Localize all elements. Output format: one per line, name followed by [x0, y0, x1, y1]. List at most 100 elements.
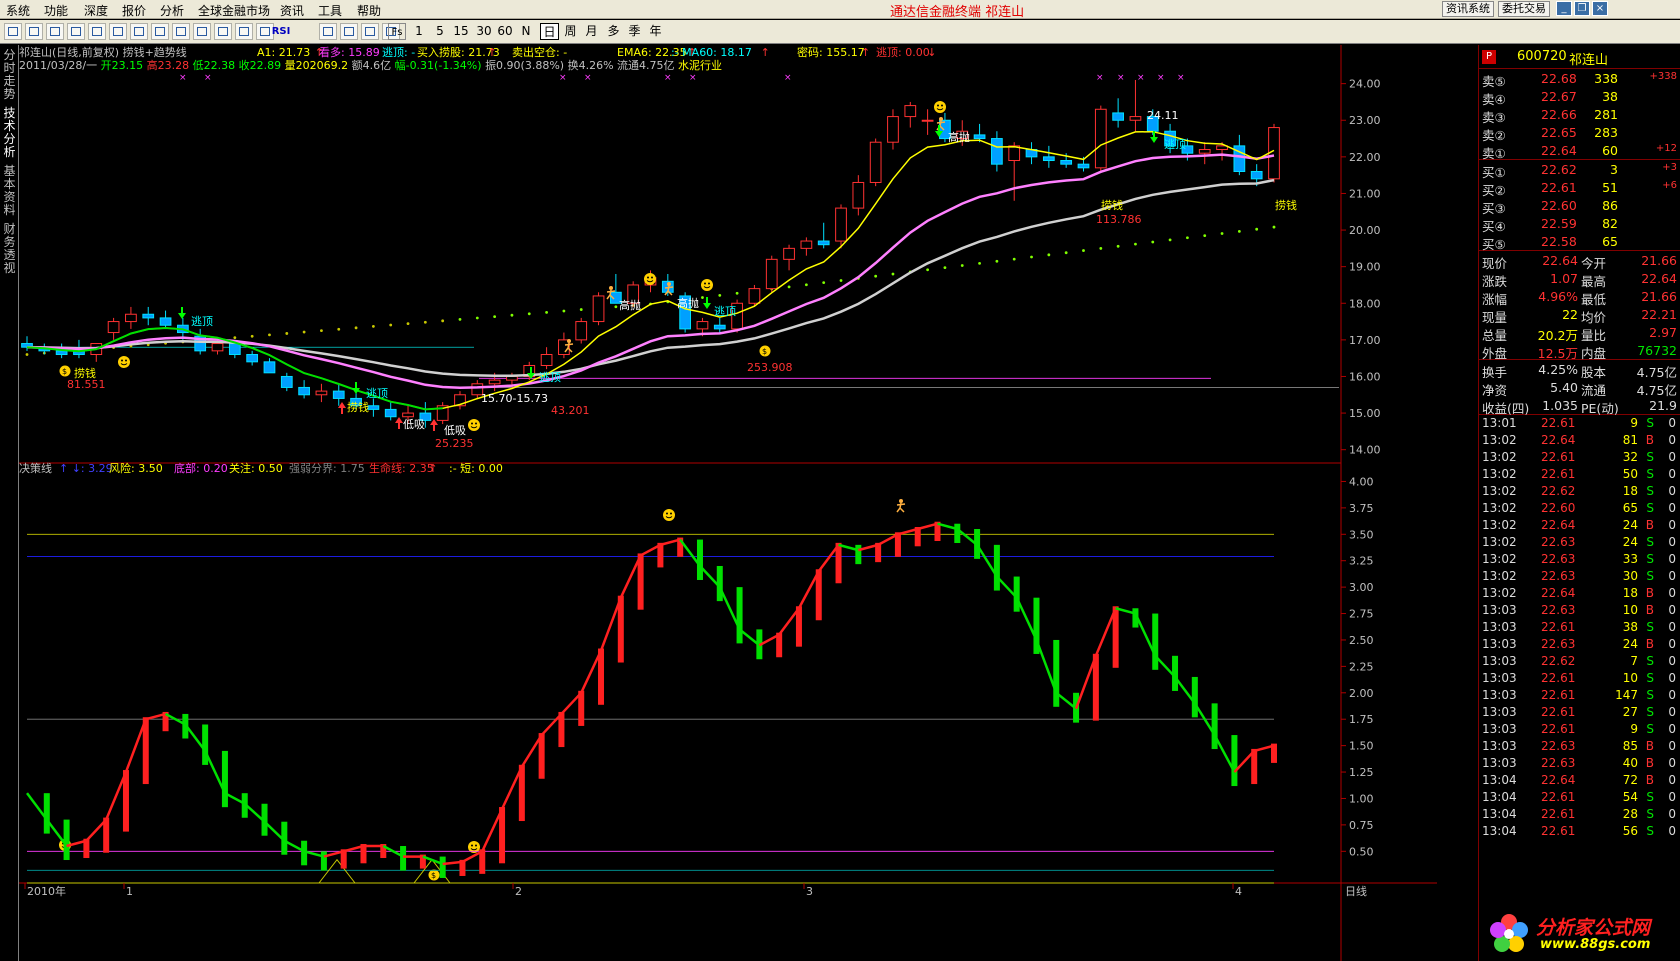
menu-item-2[interactable]: 深度 [84, 2, 108, 19]
candle[interactable] [125, 313, 137, 323]
toolbar-tool-15-icon[interactable] [319, 23, 337, 40]
tick-row[interactable]: 13:02 22.60 65 S 0 [1479, 500, 1680, 517]
candle[interactable] [575, 321, 588, 341]
candle[interactable] [1250, 170, 1263, 180]
tick-row[interactable]: 13:02 22.61 50 S 0 [1479, 466, 1680, 483]
tick-row[interactable]: 13:03 22.63 40 B 0 [1479, 755, 1680, 772]
tick-row[interactable]: 13:01 22.61 9 S 0 [1479, 415, 1680, 432]
toolbar-tool-6-icon[interactable] [130, 23, 148, 40]
menu-right-button-1[interactable]: 委托交易 [1498, 1, 1550, 17]
candle[interactable] [592, 295, 605, 323]
period-button-11[interactable]: 年 [646, 23, 665, 40]
period-button-8[interactable]: 月 [582, 23, 601, 40]
tick-row[interactable]: 13:03 22.62 7 S 0 [1479, 653, 1680, 670]
candle[interactable] [298, 386, 310, 396]
candle[interactable] [315, 390, 328, 396]
candle[interactable] [713, 324, 726, 330]
candle[interactable] [1042, 156, 1055, 162]
candle[interactable] [402, 412, 414, 418]
tick-row[interactable]: 13:03 22.61 38 S 0 [1479, 619, 1680, 636]
toolbar-tool-10-icon[interactable] [214, 23, 232, 40]
toolbar-tool-1-icon[interactable] [25, 23, 43, 40]
menu-item-7[interactable]: 工具 [318, 2, 342, 19]
tick-row[interactable]: 13:03 22.61 10 S 0 [1479, 670, 1680, 687]
candle[interactable] [228, 343, 241, 356]
candle[interactable] [280, 375, 293, 388]
period-button-0[interactable]: 1 [410, 23, 428, 40]
candle[interactable] [887, 116, 899, 143]
candle[interactable] [384, 408, 397, 418]
asks-row[interactable]: 卖② 22.65 283 [1479, 123, 1680, 143]
period-button-6[interactable]: 日 [540, 23, 559, 40]
candle[interactable] [835, 207, 847, 242]
candle[interactable] [904, 105, 917, 118]
period-button-9[interactable]: 多 [604, 23, 623, 40]
candle[interactable] [1198, 149, 1211, 154]
period-button-7[interactable]: 周 [561, 23, 580, 40]
kline-chart[interactable]: 祁连山(日线,前复权) 捞钱+趋势线 A1: 21.73 ↑看多: 15.89 逃顶:… [19, 45, 1437, 961]
tick-row[interactable]: 13:03 22.63 24 B 0 [1479, 636, 1680, 653]
bids-row[interactable]: 买① 22.62 3 +3 [1479, 160, 1680, 180]
tick-row[interactable]: 13:02 22.63 33 S 0 [1479, 551, 1680, 568]
candle[interactable] [332, 390, 345, 399]
left-nav-tab-1[interactable]: 技术分析 [2, 107, 17, 159]
tick-row[interactable]: 13:02 22.62 18 S 0 [1479, 483, 1680, 500]
period-button-2[interactable]: 15 [452, 23, 470, 40]
left-nav-tab-3[interactable]: 财务透视 [2, 223, 17, 275]
toolbar-tool-0-icon[interactable] [4, 23, 22, 40]
toolbar-tool-16-icon[interactable] [340, 23, 358, 40]
rsi-button[interactable]: RSI [270, 23, 292, 40]
chart-area[interactable]: 祁连山(日线,前复权) 捞钱+趋势线 A1: 21.73 ↑ 看多: 15.89 逃顶:… [19, 45, 1437, 961]
left-nav-tab-0[interactable]: 分时走势 [2, 49, 17, 101]
menu-right-button-0[interactable]: 资讯系统 [1442, 1, 1494, 17]
candle[interactable] [506, 375, 518, 381]
minimize-icon[interactable]: _ [1556, 1, 1572, 16]
asks-row[interactable]: 卖① 22.64 60 +12 [1479, 141, 1680, 161]
candle[interactable] [921, 119, 934, 122]
fs-button[interactable]: Fs [388, 23, 406, 40]
bids-row[interactable]: 买② 22.61 51 +6 [1479, 178, 1680, 198]
asks-row[interactable]: 卖④ 22.67 38 [1479, 87, 1680, 107]
period-button-4[interactable]: 60 [496, 23, 514, 40]
candle[interactable] [367, 405, 380, 410]
period-button-10[interactable]: 季 [625, 23, 644, 40]
tick-row[interactable]: 13:03 22.61 147 S 0 [1479, 687, 1680, 704]
tick-row[interactable]: 13:03 22.63 10 B 0 [1479, 602, 1680, 619]
candle[interactable] [852, 181, 865, 209]
toolbar-tool-5-icon[interactable] [109, 23, 127, 40]
tick-row[interactable]: 13:04 22.64 72 B 0 [1479, 772, 1680, 789]
candle[interactable] [748, 288, 761, 304]
candle[interactable] [246, 354, 259, 363]
left-nav-tab-2[interactable]: 基本资料 [2, 165, 17, 217]
menu-item-1[interactable]: 功能 [44, 2, 68, 19]
tick-row[interactable]: 13:03 22.61 27 S 0 [1479, 704, 1680, 721]
period-button-5[interactable]: N [517, 23, 535, 40]
tick-row[interactable]: 13:03 22.63 85 B 0 [1479, 738, 1680, 755]
candle[interactable] [263, 361, 276, 374]
tick-row[interactable]: 13:03 22.61 9 S 0 [1479, 721, 1680, 738]
period-button-3[interactable]: 30 [475, 23, 493, 40]
asks-row[interactable]: 卖③ 22.66 281 [1479, 105, 1680, 125]
toolbar-tool-4-icon[interactable] [88, 23, 106, 40]
tick-row[interactable]: 13:02 22.64 18 B 0 [1479, 585, 1680, 602]
tick-row[interactable]: 13:02 22.61 32 S 0 [1479, 449, 1680, 466]
tick-row[interactable]: 13:02 22.64 81 B 0 [1479, 432, 1680, 449]
menu-item-5[interactable]: 全球金融市场 [198, 2, 270, 19]
toolbar-tool-3-icon[interactable] [67, 23, 85, 40]
period-button-1[interactable]: 5 [431, 23, 449, 40]
menu-item-6[interactable]: 资讯 [280, 2, 304, 19]
tick-row[interactable]: 13:02 22.64 24 B 0 [1479, 517, 1680, 534]
candle[interactable] [1112, 112, 1124, 121]
toolbar-tool-7-icon[interactable] [151, 23, 169, 40]
bids-row[interactable]: 买⑤ 22.58 65 [1479, 232, 1680, 252]
candle[interactable] [107, 321, 120, 334]
candle[interactable] [869, 141, 882, 183]
tick-row[interactable]: 13:02 22.63 24 S 0 [1479, 534, 1680, 551]
asks-row[interactable]: 卖⑤ 22.68 338 +338 [1479, 69, 1680, 89]
candle[interactable] [1077, 163, 1090, 169]
candle[interactable] [159, 317, 172, 326]
tick-row[interactable]: 13:02 22.63 30 S 0 [1479, 568, 1680, 585]
candle[interactable] [800, 240, 813, 249]
candle[interactable] [783, 247, 795, 260]
tick-row[interactable]: 13:04 22.61 56 S 0 [1479, 823, 1680, 840]
